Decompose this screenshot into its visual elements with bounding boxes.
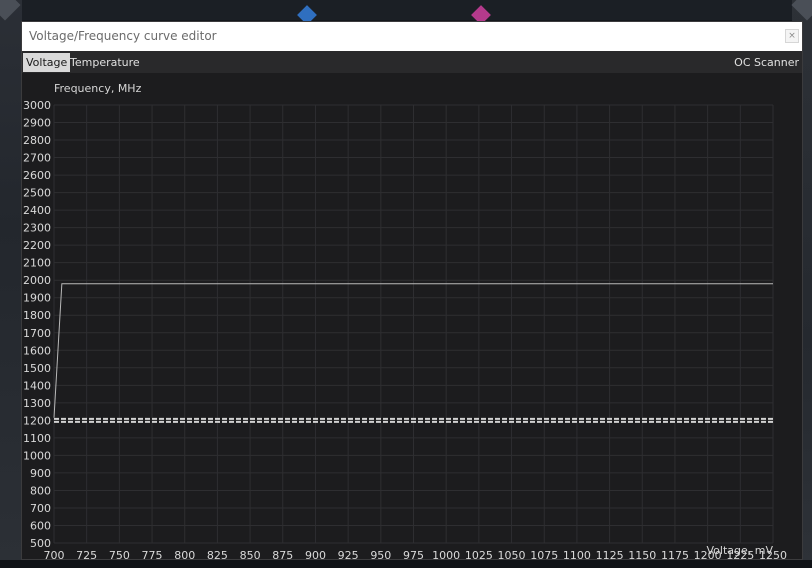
- y-tick-label: 2400: [23, 204, 51, 217]
- close-icon: ×: [788, 31, 796, 41]
- x-tick-label: 1100: [563, 549, 591, 559]
- x-tick-label: 1175: [661, 549, 689, 559]
- y-tick-label: 800: [30, 484, 51, 497]
- x-tick-label: 1050: [498, 549, 526, 559]
- oc-scanner-button[interactable]: OC Scanner: [734, 53, 799, 72]
- y-tick-label: 1000: [23, 449, 51, 462]
- close-button[interactable]: ×: [785, 29, 799, 43]
- x-tick-label: 900: [305, 549, 326, 559]
- x-tick-label: 1000: [432, 549, 460, 559]
- y-tick-label: 1600: [23, 344, 51, 357]
- x-tick-label: 800: [174, 549, 195, 559]
- y-tick-label: 1200: [23, 414, 51, 427]
- x-tick-label: 1150: [628, 549, 656, 559]
- y-tick-label: 1900: [23, 292, 51, 305]
- x-tick-label: 775: [142, 549, 163, 559]
- y-tick-label: 2000: [23, 274, 51, 287]
- y-tick-label: 1800: [23, 309, 51, 322]
- curve-editor-window: Voltage/Frequency curve editor × Voltage…: [21, 21, 803, 560]
- y-axis-ticks: 5006007008009001000110012001300140015001…: [23, 99, 51, 550]
- chart-grid: [53, 104, 774, 544]
- tab-bar: Voltage Temperature OC Scanner: [22, 51, 802, 73]
- vf-curve-chart[interactable]: 500 600 700 800 900 1000 1100 1200 1300 1400 1500 1…: [22, 73, 802, 559]
- x-tick-label: 1075: [530, 549, 558, 559]
- y-tick-label: 2900: [23, 117, 51, 130]
- x-tick-label: 925: [338, 549, 359, 559]
- y-tick-label: 600: [30, 519, 51, 532]
- y-tick-label: 2100: [23, 257, 51, 270]
- tab-temperature[interactable]: Temperature: [67, 53, 143, 72]
- x-tick-label: 725: [76, 549, 97, 559]
- y-tick-label: 1400: [23, 379, 51, 392]
- y-tick-label: 2200: [23, 239, 51, 252]
- y-tick-label: 2300: [23, 222, 51, 235]
- y-tick-label: 1100: [23, 432, 51, 445]
- x-tick-label: 1025: [465, 549, 493, 559]
- window-titlebar[interactable]: Voltage/Frequency curve editor ×: [22, 22, 802, 51]
- x-tick-label: 825: [207, 549, 228, 559]
- x-tick-label: 850: [240, 549, 261, 559]
- y-tick-label: 1700: [23, 327, 51, 340]
- y-tick-label: 2600: [23, 169, 51, 182]
- y-tick-label: 1500: [23, 362, 51, 375]
- y-tick-label: 900: [30, 467, 51, 480]
- y-tick-label: 3000: [23, 99, 51, 112]
- y-tick-label: 700: [30, 502, 51, 515]
- x-tick-label: 875: [272, 549, 293, 559]
- x-axis-title: Voltage, mV: [706, 544, 774, 557]
- app-background-top: [0, 0, 812, 25]
- app-background-bottom: [0, 560, 812, 568]
- x-tick-label: 950: [370, 549, 391, 559]
- y-tick-label: 2700: [23, 152, 51, 165]
- app-background-left: [0, 0, 22, 568]
- x-tick-label: 1125: [596, 549, 624, 559]
- y-tick-label: 2500: [23, 187, 51, 200]
- tab-voltage[interactable]: Voltage: [23, 53, 71, 72]
- y-axis-title: Frequency, MHz: [54, 82, 142, 95]
- window-title: Voltage/Frequency curve editor: [29, 29, 217, 43]
- x-tick-label: 975: [403, 549, 424, 559]
- x-axis-ticks: 700 725 750 775 800 825 850 875 900 925 950 975 1000…: [44, 549, 788, 559]
- y-tick-label: 2800: [23, 134, 51, 147]
- y-tick-label: 1300: [23, 397, 51, 410]
- x-tick-label: 700: [44, 549, 65, 559]
- x-tick-label: 750: [109, 549, 130, 559]
- vf-curve-plot[interactable]: 5006007008009001000110012001300140015001…: [22, 73, 802, 559]
